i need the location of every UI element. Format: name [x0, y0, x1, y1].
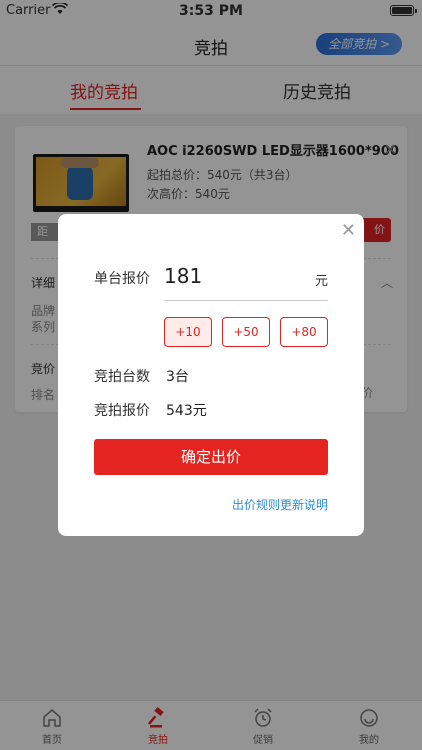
unit-price-unit: 元 — [314, 274, 328, 289]
confirm-bid-button[interactable]: 确定出价 — [94, 439, 328, 475]
input-underline — [164, 300, 328, 301]
unit-price-label: 单台报价 — [94, 271, 150, 287]
quantity-value: 3台 — [166, 369, 189, 385]
unit-price-input[interactable]: 181 — [164, 264, 202, 288]
total-bid-value: 543元 — [166, 403, 207, 419]
total-bid-label: 竞拍报价 — [94, 403, 150, 419]
increment-80-button[interactable]: +80 — [280, 317, 328, 347]
bid-rules-link[interactable]: 出价规则更新说明 — [232, 496, 328, 513]
increment-10-button[interactable]: +10 — [164, 317, 212, 347]
bid-dialog: ✕ 单台报价 181 元 +10 +50 +80 竞拍台数 3台 竞拍报价 54… — [58, 214, 364, 536]
quantity-label: 竞拍台数 — [94, 369, 150, 385]
close-icon[interactable]: ✕ — [341, 220, 356, 241]
increment-50-button[interactable]: +50 — [222, 317, 270, 347]
